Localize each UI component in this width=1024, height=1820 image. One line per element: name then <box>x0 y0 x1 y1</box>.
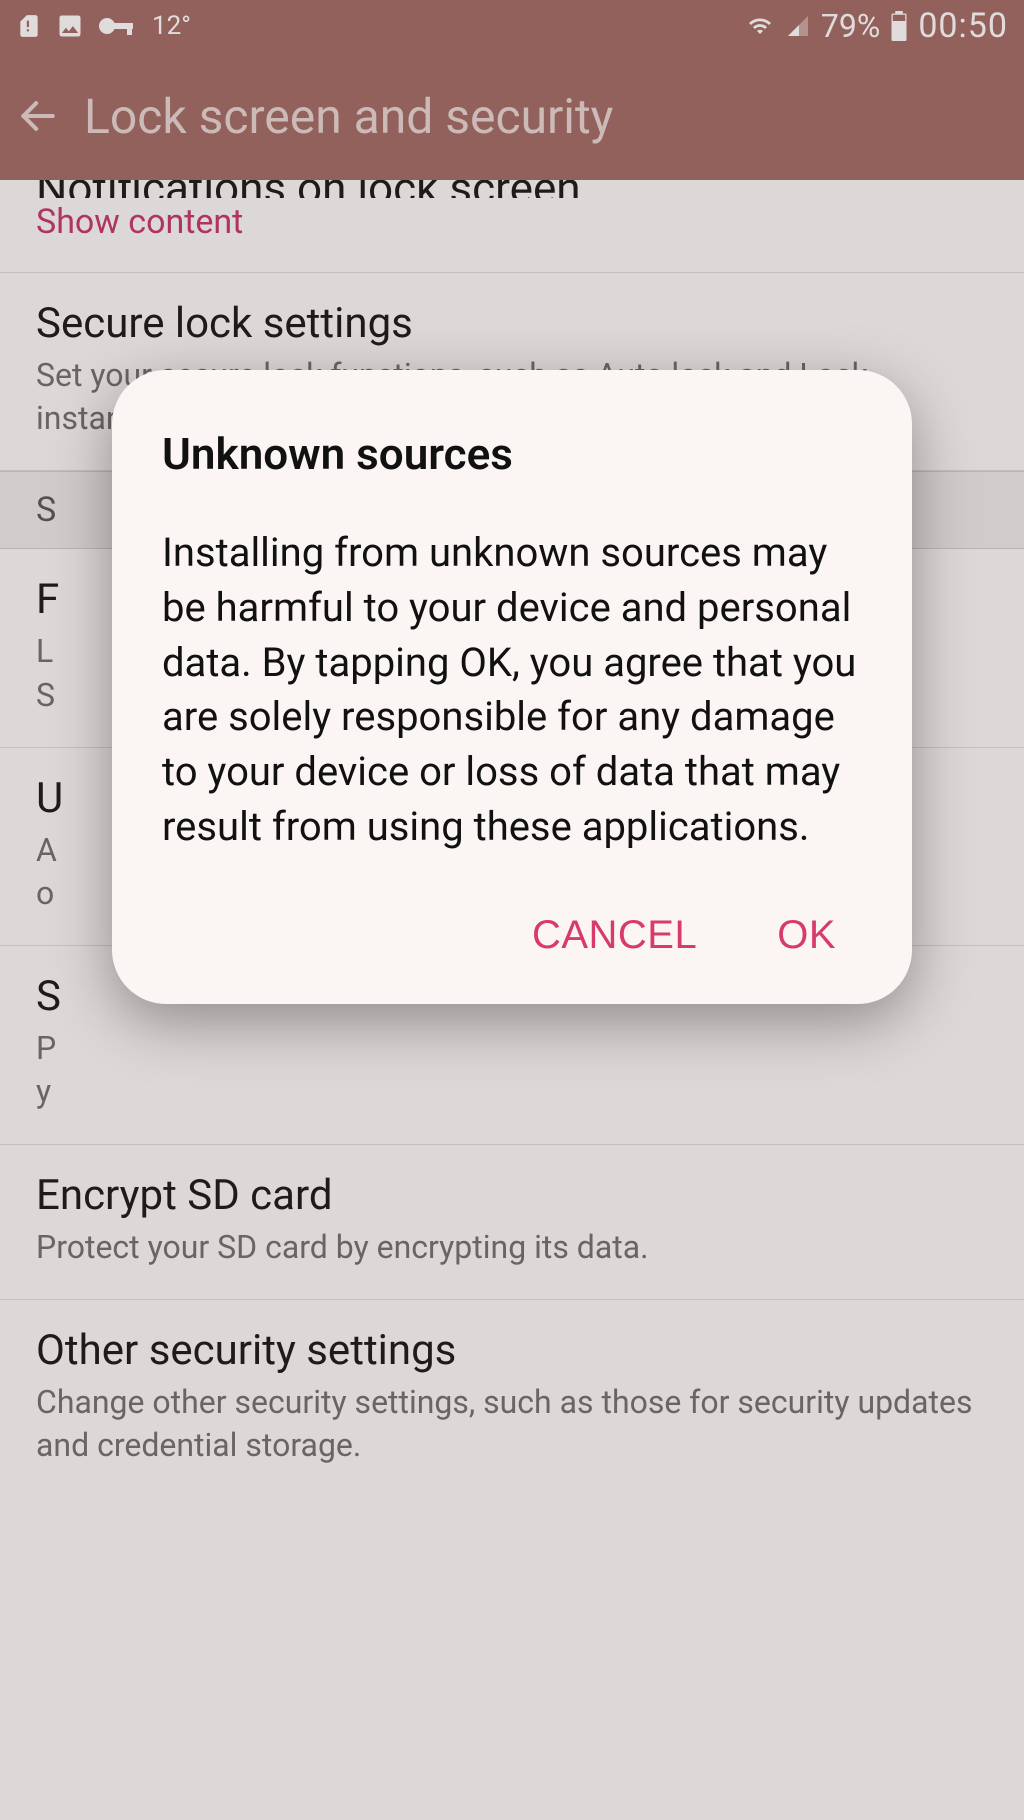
dialog-title: Unknown sources <box>162 428 862 480</box>
screen: 12° 79% 00:50 Lock screen and security N… <box>0 0 1024 1820</box>
dialog-body: Installing from unknown sources may be h… <box>162 526 862 855</box>
dialog-actions: CANCEL OK <box>162 903 862 968</box>
unknown-sources-dialog: Unknown sources Installing from unknown … <box>112 370 912 1004</box>
ok-button[interactable]: OK <box>769 903 844 968</box>
cancel-button[interactable]: CANCEL <box>524 903 705 968</box>
dialog-overlay: Unknown sources Installing from unknown … <box>0 0 1024 1820</box>
